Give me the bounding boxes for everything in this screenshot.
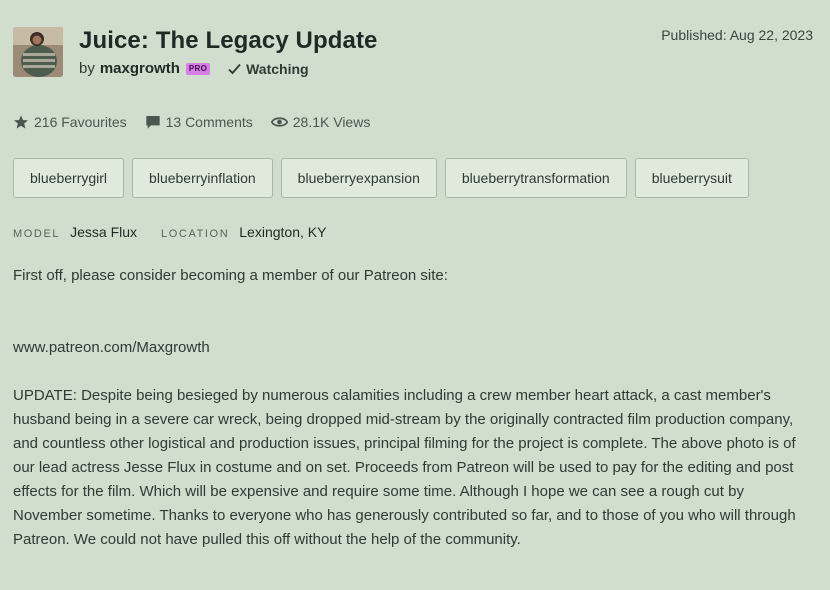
comments-count: 13 Comments — [165, 114, 253, 130]
model-value: Jessa Flux — [70, 224, 138, 240]
pro-badge: PRO — [185, 62, 211, 75]
avatar-image — [13, 27, 63, 77]
by-prefix: by — [79, 60, 95, 77]
description-paragraph: First off, please consider becoming a me… — [13, 267, 448, 284]
comment-icon — [145, 116, 160, 129]
watching-label: Watching — [246, 60, 309, 77]
watching-button[interactable]: Watching — [228, 60, 309, 77]
tag-blueberrysuit[interactable]: blueberrysuit — [634, 158, 749, 198]
favourites-stat[interactable]: 216 Favourites — [13, 114, 127, 130]
tag-blueberrytransformation[interactable]: blueberrytransformation — [444, 158, 627, 198]
tag-blueberryexpansion[interactable]: blueberryexpansion — [280, 158, 437, 198]
views-stat: 28.1K Views — [270, 114, 371, 130]
star-icon — [14, 115, 28, 129]
tag-blueberrygirl[interactable]: blueberrygirl — [13, 158, 125, 198]
meta-row: MODEL Jessa Flux LOCATION Lexington, KY — [13, 224, 350, 240]
deviation-title: Juice: The Legacy Update — [79, 27, 378, 54]
model-label: MODEL — [13, 228, 61, 240]
comments-stat[interactable]: 13 Comments — [145, 114, 253, 130]
byline: by maxgrowth PRO Watching — [79, 60, 309, 77]
description: First off, please consider becoming a me… — [13, 264, 803, 552]
views-count: 28.1K Views — [292, 114, 371, 130]
eye-icon — [270, 117, 288, 127]
author-link[interactable]: maxgrowth — [100, 60, 180, 77]
checkmark-icon — [228, 63, 241, 74]
location-value: Lexington, KY — [239, 224, 327, 240]
stats-row: 216 Favourites 13 Comments 28.1K Views — [13, 114, 388, 130]
deviation-header: Juice: The Legacy Update by maxgrowth PR… — [13, 27, 813, 79]
favourites-count: 216 Favourites — [34, 114, 127, 130]
location-label: LOCATION — [161, 228, 230, 240]
avatar[interactable] — [13, 27, 63, 77]
description-paragraph: UPDATE: Despite being besieged by numero… — [13, 387, 796, 548]
tag-blueberryinflation[interactable]: blueberryinflation — [132, 158, 273, 198]
patreon-link[interactable]: www.patreon.com/Maxgrowth — [13, 336, 803, 360]
published-date: Published: Aug 22, 2023 — [661, 27, 813, 43]
tag-list: blueberrygirl blueberryinflation blueber… — [13, 158, 757, 198]
